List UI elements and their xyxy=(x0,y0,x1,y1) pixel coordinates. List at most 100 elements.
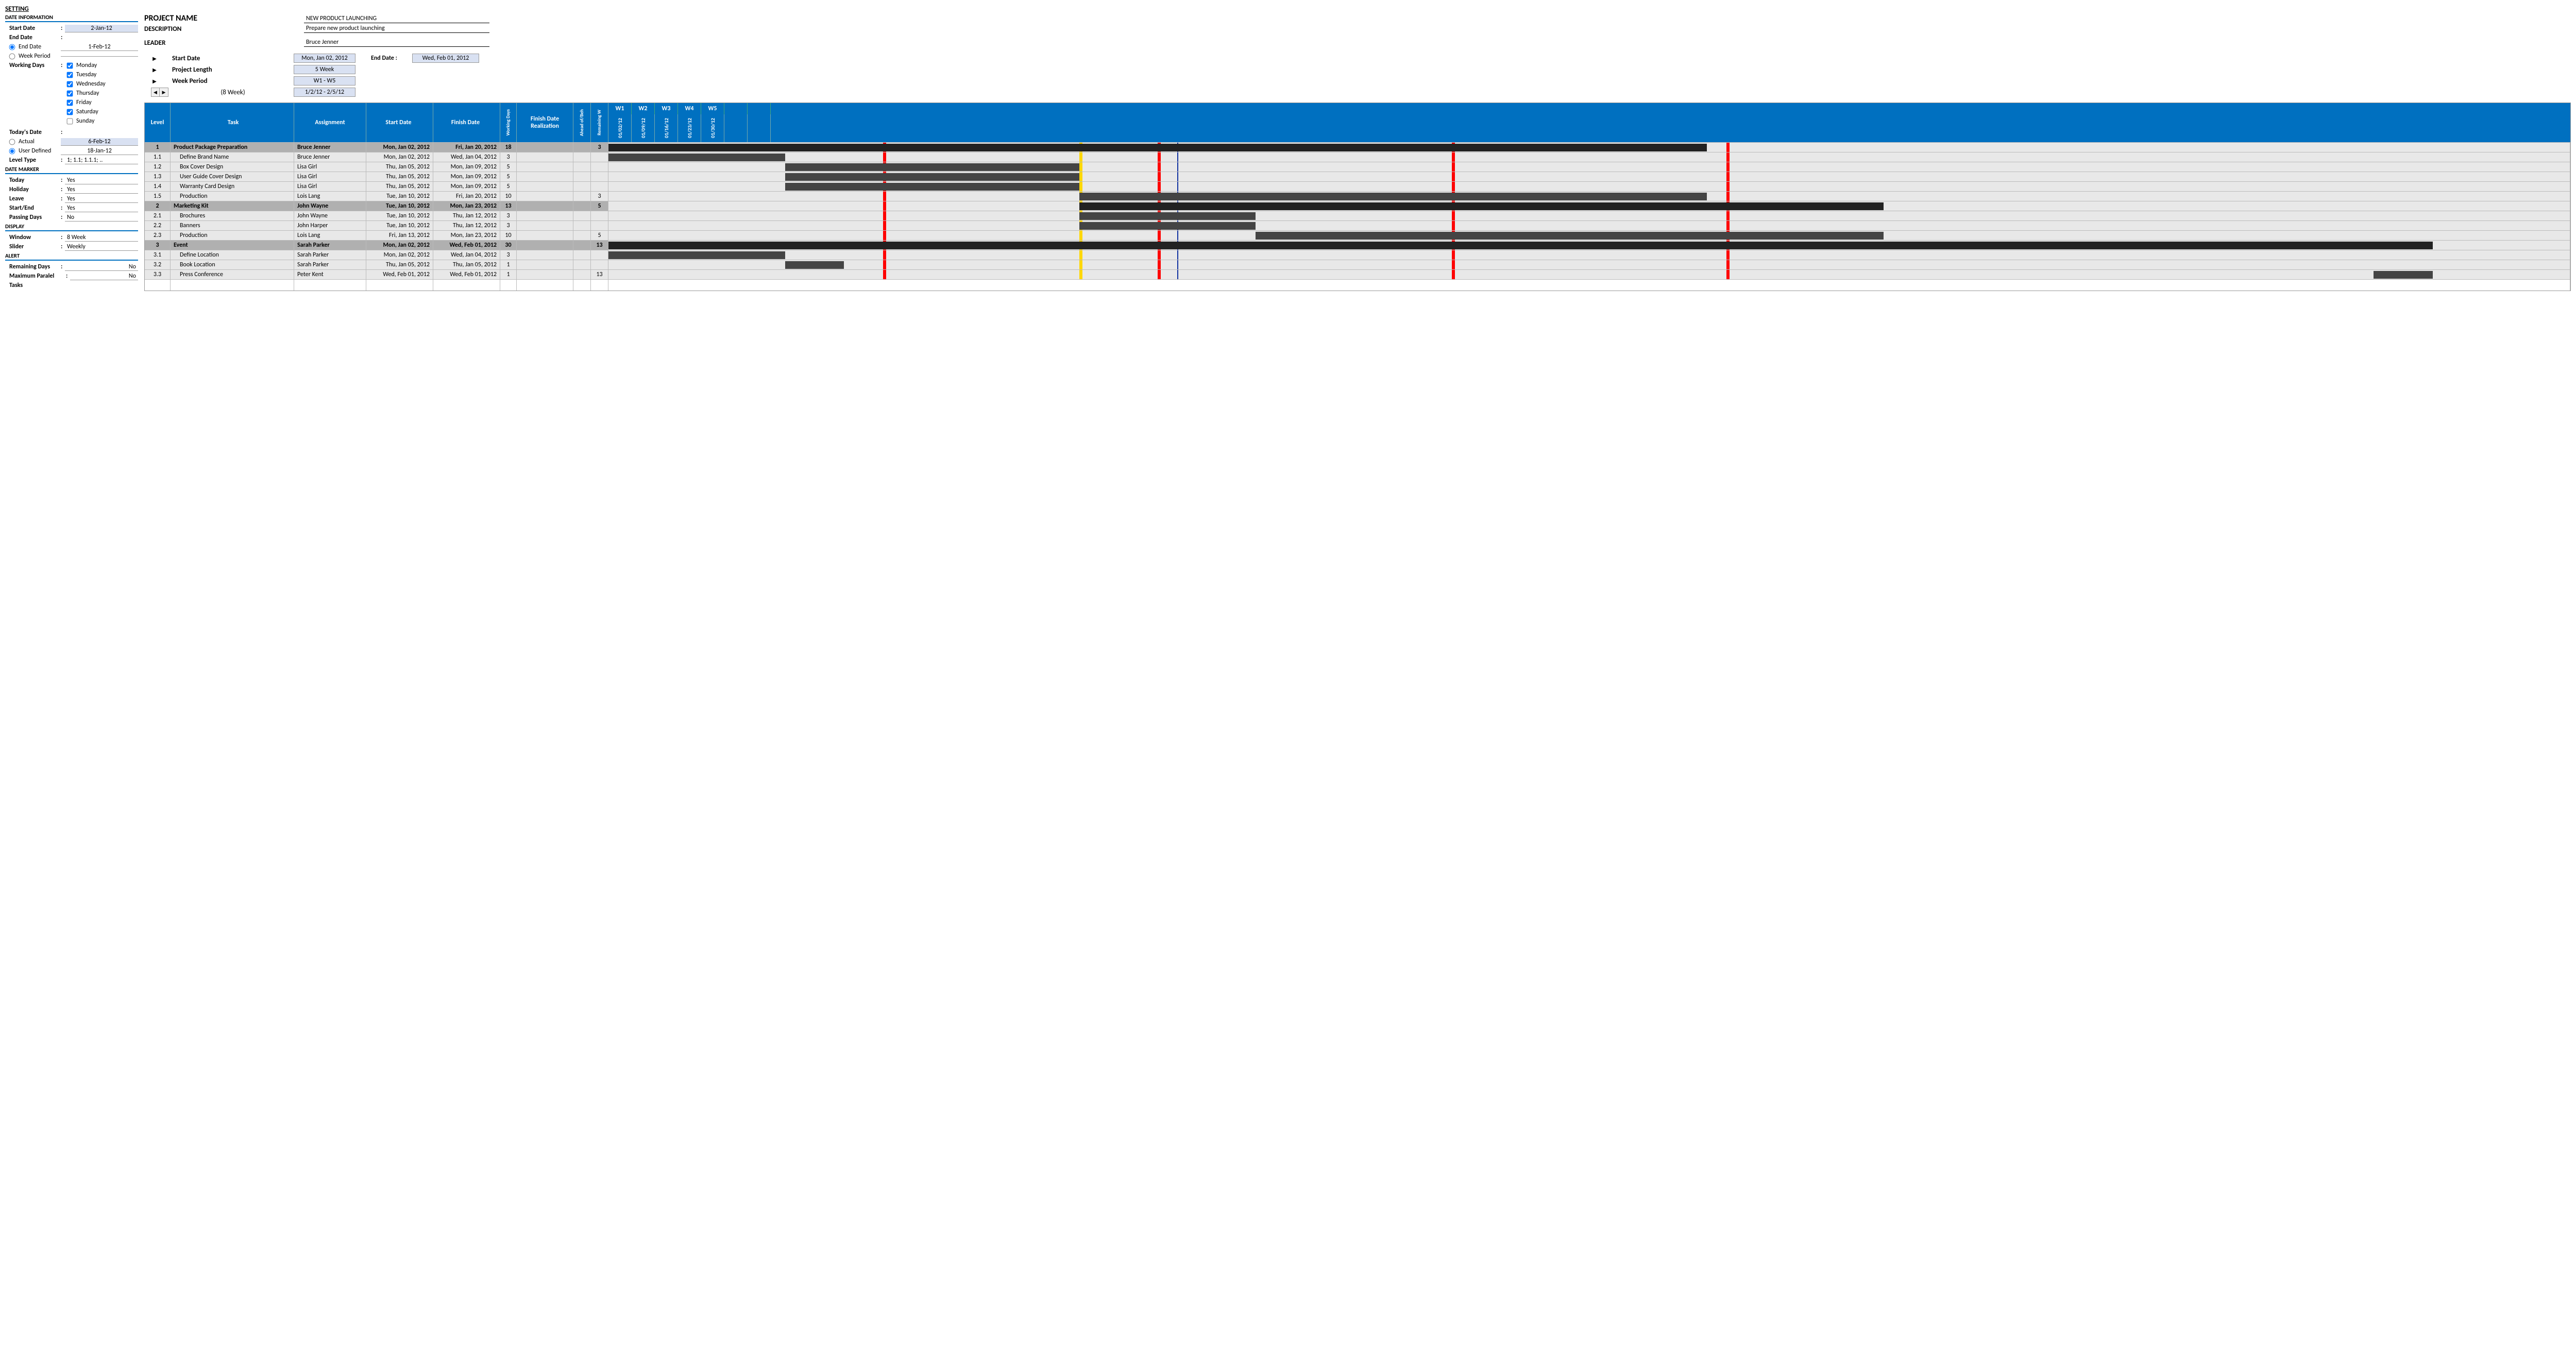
description-value[interactable]: Prepare new product launching xyxy=(304,24,489,33)
marker-today-value[interactable]: Yes xyxy=(65,177,138,184)
cell-level: 1.3 xyxy=(145,172,171,181)
meta-length-value: 5 Week xyxy=(294,65,355,74)
project-name-value[interactable]: NEW PRODUCT LAUNCHING xyxy=(304,14,489,23)
week-period-value[interactable] xyxy=(61,56,138,57)
day-sunday-checkbox[interactable] xyxy=(66,118,73,124)
day-tuesday-checkbox[interactable] xyxy=(66,72,73,78)
day-saturday-checkbox[interactable] xyxy=(66,109,73,115)
task-row[interactable]: 2.3 Production Lois Lang Fri, Jan 13, 20… xyxy=(145,230,2570,240)
marker-startend-value[interactable]: Yes xyxy=(65,205,138,212)
cell-finish: Mon, Jan 09, 2012 xyxy=(433,162,500,172)
end-date-value[interactable]: 1-Feb-12 xyxy=(61,43,138,51)
cell-realization[interactable] xyxy=(517,182,573,191)
remaining-value[interactable]: No xyxy=(65,263,138,271)
week-period-radio[interactable] xyxy=(9,53,15,59)
task-row[interactable]: 1.4 Warranty Card Design Lisa Girl Thu, … xyxy=(145,181,2570,191)
leader-value[interactable]: Bruce Jenner xyxy=(304,38,489,47)
level-type-label: Level Type xyxy=(5,157,61,164)
day-wednesday-label: Wednesday xyxy=(74,80,106,88)
actual-label: Actual xyxy=(14,138,61,145)
cell-remaining: 5 xyxy=(591,201,608,211)
window-value[interactable]: 8 Week xyxy=(65,234,138,242)
marker-leave-label: Leave xyxy=(5,195,61,202)
cell-ahead-behind xyxy=(573,172,591,181)
cell-realization[interactable] xyxy=(517,143,573,152)
cell-realization[interactable] xyxy=(517,211,573,220)
col-ahead-behind: Ahead of/Beh xyxy=(573,103,591,142)
task-row[interactable]: 1.3 User Guide Cover Design Lisa Girl Th… xyxy=(145,172,2570,181)
slider-left-icon[interactable]: ◀ xyxy=(151,88,160,96)
task-row[interactable]: 3 Event Sarah Parker Mon, Jan 02, 2012 W… xyxy=(145,240,2570,250)
cell-ahead-behind xyxy=(573,162,591,172)
task-row[interactable]: 1.2 Box Cover Design Lisa Girl Thu, Jan … xyxy=(145,162,2570,172)
end-date-radio-label: End Date xyxy=(14,43,61,50)
cell-level: 2 xyxy=(145,201,171,211)
cell-realization[interactable] xyxy=(517,221,573,230)
cell-finish: Mon, Jan 23, 2012 xyxy=(433,231,500,240)
task-row[interactable]: 3.1 Define Location Sarah Parker Mon, Ja… xyxy=(145,250,2570,260)
task-row[interactable]: 1.5 Production Lois Lang Tue, Jan 10, 20… xyxy=(145,191,2570,201)
day-thursday-checkbox[interactable] xyxy=(66,90,73,96)
task-row[interactable]: 2.2 Banners John Harper Tue, Jan 10, 201… xyxy=(145,220,2570,230)
cell-realization[interactable] xyxy=(517,260,573,269)
gantt-bar-cell xyxy=(608,162,2570,172)
cell-realization[interactable] xyxy=(517,241,573,250)
day-friday-checkbox[interactable] xyxy=(66,99,73,106)
cell-task: Brochures xyxy=(171,211,294,220)
task-row[interactable]: 2.1 Brochures John Wayne Tue, Jan 10, 20… xyxy=(145,211,2570,220)
marker-passing-label: Passing Days xyxy=(5,214,61,221)
week-header: W2 xyxy=(632,103,655,114)
cell-realization[interactable] xyxy=(517,201,573,211)
col-remaining: Remaining W xyxy=(591,103,608,142)
cell-realization[interactable] xyxy=(517,152,573,162)
day-wednesday-checkbox[interactable] xyxy=(66,81,73,87)
day-monday-checkbox[interactable] xyxy=(66,62,73,69)
task-row[interactable]: 3.3 Press Conference Peter Kent Wed, Feb… xyxy=(145,269,2570,279)
actual-radio[interactable] xyxy=(9,139,15,145)
cell-working-days: 30 xyxy=(500,241,517,250)
cell-start: Tue, Jan 10, 2012 xyxy=(366,211,433,220)
task-row[interactable]: 3.2 Book Location Sarah Parker Thu, Jan … xyxy=(145,260,2570,269)
marker-passing-value[interactable]: No xyxy=(65,214,138,222)
marker-leave-value[interactable]: Yes xyxy=(65,195,138,203)
end-date-radio[interactable] xyxy=(9,44,15,50)
expand-icon[interactable]: ▶ xyxy=(144,66,165,73)
marker-holiday-value[interactable]: Yes xyxy=(65,186,138,194)
cell-start: Fri, Jan 13, 2012 xyxy=(366,231,433,240)
max-paralel-value[interactable]: No xyxy=(70,272,138,280)
cell-realization[interactable] xyxy=(517,172,573,181)
cell-realization[interactable] xyxy=(517,192,573,201)
slider-value[interactable]: Weekly xyxy=(65,243,138,251)
cell-remaining: 3 xyxy=(591,143,608,152)
cell-start: Mon, Jan 02, 2012 xyxy=(366,241,433,250)
gantt-bar-cell xyxy=(608,172,2570,181)
expand-icon[interactable]: ▶ xyxy=(144,78,165,84)
date-header: 01/16/12 xyxy=(655,114,678,142)
cell-level: 1 xyxy=(145,143,171,152)
level-type-value[interactable]: 1; 1.1; 1.1.1; .. xyxy=(65,157,138,164)
cell-realization[interactable] xyxy=(517,162,573,172)
expand-icon[interactable]: ▶ xyxy=(144,55,165,62)
cell-level: 3.1 xyxy=(145,250,171,260)
user-defined-value[interactable]: 18-Jan-12 xyxy=(61,147,138,155)
cell-realization[interactable] xyxy=(517,270,573,279)
col-task: Task xyxy=(171,103,294,142)
day-tuesday-label: Tuesday xyxy=(74,71,96,78)
date-header xyxy=(724,114,748,142)
cell-finish: Wed, Feb 01, 2012 xyxy=(433,270,500,279)
cell-level: 3.2 xyxy=(145,260,171,269)
working-days-label: Working Days xyxy=(5,62,61,69)
actual-value[interactable]: 6-Feb-12 xyxy=(61,138,138,146)
cell-realization[interactable] xyxy=(517,250,573,260)
date-header: 01/02/12 xyxy=(608,114,632,142)
task-row[interactable]: 1 Product Package Preparation Bruce Jenn… xyxy=(145,142,2570,152)
col-assignment: Assignment xyxy=(294,103,366,142)
start-date-value[interactable]: 2-Jan-12 xyxy=(65,25,138,32)
project-panel: PROJECT NAME NEW PRODUCT LAUNCHING DESCR… xyxy=(144,5,2571,291)
cell-realization[interactable] xyxy=(517,231,573,240)
remaining-label: Remaining Days xyxy=(5,263,61,270)
date-header: 01/30/12 xyxy=(701,114,724,142)
user-defined-radio[interactable] xyxy=(9,148,15,154)
task-row[interactable]: 2 Marketing Kit John Wayne Tue, Jan 10, … xyxy=(145,201,2570,211)
task-row[interactable]: 1.1 Define Brand Name Bruce Jenner Mon, … xyxy=(145,152,2570,162)
